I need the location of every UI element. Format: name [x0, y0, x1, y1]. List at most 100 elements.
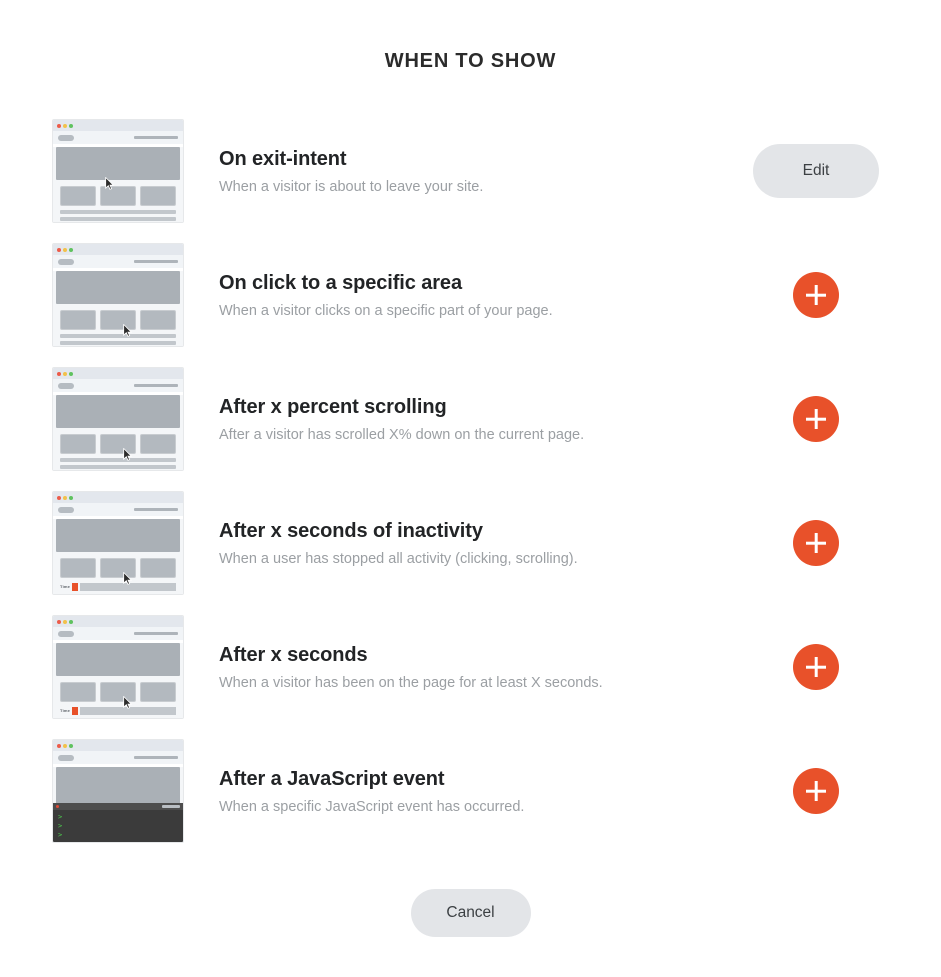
- thumbnail-card-row: [53, 180, 183, 206]
- thumbnail-titlebar: [53, 244, 183, 255]
- thumbnail-titlebar: [53, 368, 183, 379]
- option-thumbnail: [52, 243, 184, 347]
- option-text: After x percent scrolling After a visitor…: [184, 396, 751, 443]
- traffic-light-yellow-icon: [63, 619, 67, 624]
- add-button[interactable]: [793, 644, 839, 690]
- option-title: After x percent scrolling: [219, 395, 447, 418]
- thumbnail-page-body: Time: [53, 519, 183, 594]
- option-description: When a visitor is about to leave your si…: [219, 178, 484, 195]
- traffic-light-yellow-icon: [63, 743, 67, 748]
- thumbnail-text-lines: [53, 330, 183, 345]
- option-text: After x seconds When a visitor has been o…: [184, 644, 751, 691]
- thumbnail-card: [100, 186, 136, 206]
- traffic-light-green-icon: [69, 619, 73, 624]
- thumbnail-url-line: [134, 136, 178, 139]
- option-row[interactable]: Time After x seconds When a visitor has be…: [0, 605, 941, 729]
- thumbnail-hero-block: [56, 767, 180, 804]
- thumbnail-titlebar: [53, 616, 183, 627]
- thumbnail-urlbar: [53, 255, 183, 268]
- thumbnail-card: [60, 682, 96, 702]
- thumbnail-time-marker: [72, 707, 79, 715]
- option-title: After x seconds of inactivity: [219, 519, 483, 542]
- traffic-light-yellow-icon: [63, 247, 67, 252]
- page-title: WHEN TO SHOW: [384, 50, 557, 72]
- option-description: When a user has stopped all activity (cl…: [219, 550, 578, 567]
- option-title: After x seconds: [219, 643, 368, 666]
- thumbnail-url-pill: [58, 382, 74, 389]
- thumbnail-card: [140, 682, 176, 702]
- thumbnail-card: [60, 310, 96, 330]
- thumbnail-urlbar: [53, 751, 183, 764]
- console-toolbar: [53, 803, 183, 810]
- thumbnail-text-lines: [53, 454, 183, 469]
- option-action: [751, 768, 881, 814]
- console-prompt-line: >: [58, 813, 63, 821]
- thumbnail-hero-block: [56, 395, 180, 428]
- thumbnail-url-line: [134, 384, 178, 387]
- thumbnail-page-body: >>>>: [53, 767, 183, 842]
- thumbnail-card-row: [53, 552, 183, 578]
- thumbnail-card-row: [53, 304, 183, 330]
- traffic-light-red-icon: [57, 123, 61, 128]
- thumbnail-card: [60, 558, 96, 578]
- option-description: When a visitor clicks on a specific part…: [219, 302, 553, 319]
- footer-actions: Cancel: [0, 889, 941, 937]
- option-text: On click to a specific area When a visito…: [184, 272, 751, 319]
- add-button[interactable]: [793, 520, 839, 566]
- thumbnail-page-body: Time: [53, 643, 183, 718]
- thumbnail-page-body: [53, 271, 183, 346]
- thumbnail-hero-block: [56, 643, 180, 676]
- thumbnail-urlbar: [53, 131, 183, 144]
- thumbnail-card: [100, 558, 136, 578]
- option-row[interactable]: After x percent scrolling After a visitor…: [0, 357, 941, 481]
- thumbnail-card: [100, 434, 136, 454]
- traffic-light-green-icon: [69, 743, 73, 748]
- traffic-light-green-icon: [69, 495, 73, 500]
- option-row[interactable]: On exit-intent When a visitor is about to…: [0, 109, 941, 233]
- option-row[interactable]: Time After x seconds of inactivity When a …: [0, 481, 941, 605]
- option-text: After x seconds of inactivity When a user…: [184, 520, 751, 567]
- thumbnail-card: [100, 310, 136, 330]
- thumbnail-text-lines: [53, 206, 183, 221]
- thumbnail-time-bar: Time: [53, 702, 183, 715]
- thumbnail-url-pill: [58, 754, 74, 761]
- console-error-dot-icon: [56, 805, 59, 808]
- thumbnail-page-body: [53, 395, 183, 470]
- add-button[interactable]: [793, 396, 839, 442]
- thumbnail-console: >>>>: [53, 803, 183, 842]
- option-description: When a specific JavaScript event has occ…: [219, 798, 525, 815]
- option-row[interactable]: On click to a specific area When a visito…: [0, 233, 941, 357]
- thumbnail-card: [140, 310, 176, 330]
- thumbnail-urlbar: [53, 627, 183, 640]
- option-title: On exit-intent: [219, 147, 347, 170]
- traffic-light-yellow-icon: [63, 495, 67, 500]
- option-row[interactable]: >>>>After a JavaScript eventWhen a speci…: [0, 729, 941, 853]
- traffic-light-red-icon: [57, 743, 61, 748]
- edit-button[interactable]: Edit: [753, 144, 879, 198]
- add-button[interactable]: [793, 768, 839, 814]
- add-button[interactable]: [793, 272, 839, 318]
- traffic-light-red-icon: [57, 495, 61, 500]
- thumbnail-time-label: Time: [60, 584, 71, 589]
- option-text: After a JavaScript event When a specific …: [184, 768, 751, 815]
- thumbnail-card-row: [53, 428, 183, 454]
- option-description: After a visitor has scrolled X% down on …: [219, 426, 585, 443]
- thumbnail-text-line: [60, 217, 176, 221]
- thumbnail-url-line: [134, 632, 178, 635]
- thumbnail-card: [60, 186, 96, 206]
- console-prompt-line: >: [58, 840, 183, 842]
- thumbnail-time-label: Time: [60, 708, 71, 713]
- traffic-light-red-icon: [57, 247, 61, 252]
- thumbnail-page-body: [53, 147, 183, 222]
- cancel-button[interactable]: Cancel: [410, 889, 531, 937]
- thumbnail-time-track: [80, 583, 176, 591]
- thumbnail-text-line: [60, 458, 176, 462]
- traffic-light-green-icon: [69, 247, 73, 252]
- thumbnail-text-line: [60, 334, 176, 338]
- thumbnail-text-line: [60, 210, 176, 214]
- thumbnail-time-track: [80, 707, 176, 715]
- thumbnail-text-line: [60, 465, 176, 469]
- thumbnail-card: [60, 434, 96, 454]
- traffic-light-yellow-icon: [63, 123, 67, 128]
- thumbnail-url-line: [134, 756, 178, 759]
